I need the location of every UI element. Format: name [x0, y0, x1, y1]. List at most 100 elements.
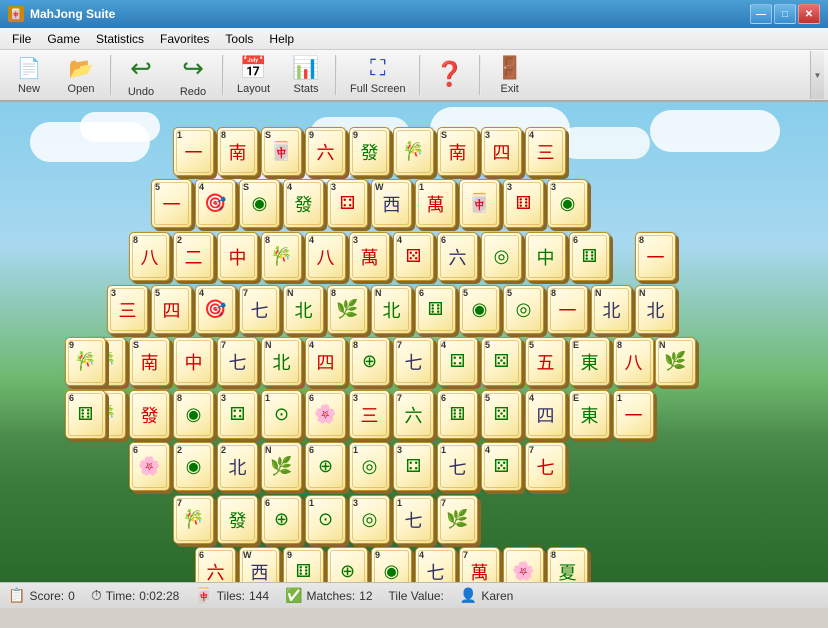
- tile[interactable]: 1七: [393, 495, 434, 544]
- tile[interactable]: N北: [371, 285, 412, 334]
- tile[interactable]: N北: [635, 285, 676, 334]
- tile[interactable]: N北: [283, 285, 324, 334]
- tile[interactable]: 4七: [415, 547, 456, 582]
- tile[interactable]: 5五: [525, 337, 566, 386]
- tile[interactable]: 6⊕: [261, 495, 302, 544]
- tile[interactable]: 8八: [129, 232, 170, 281]
- tile[interactable]: 5⚄: [481, 390, 522, 439]
- undo-button[interactable]: ↩ Undo: [116, 52, 166, 98]
- tile[interactable]: 3三: [107, 285, 148, 334]
- tile[interactable]: 4四: [525, 390, 566, 439]
- exit-button[interactable]: 🚪 Exit: [485, 52, 535, 98]
- tile[interactable]: 1⊙: [261, 390, 302, 439]
- tile[interactable]: 3萬: [349, 232, 390, 281]
- tile[interactable]: 4⚄: [481, 442, 522, 491]
- tile[interactable]: 5◎: [503, 285, 544, 334]
- tile[interactable]: E東: [569, 337, 610, 386]
- tile[interactable]: 中: [173, 337, 214, 386]
- menu-help[interactable]: Help: [261, 30, 302, 48]
- tile[interactable]: 1一: [613, 390, 654, 439]
- tile[interactable]: N🌿: [655, 337, 696, 386]
- open-button[interactable]: 📂 Open: [56, 52, 106, 98]
- tile[interactable]: 6⚅: [569, 232, 610, 281]
- tile[interactable]: 4⚄: [393, 232, 434, 281]
- fullscreen-button[interactable]: ⛶ Full Screen: [341, 52, 415, 98]
- tile[interactable]: 8一: [635, 232, 676, 281]
- redo-button[interactable]: ↪ Redo: [168, 52, 218, 98]
- tile[interactable]: 2◉: [173, 442, 214, 491]
- tile[interactable]: 3⚃: [393, 442, 434, 491]
- tile[interactable]: 中: [525, 232, 566, 281]
- tile[interactable]: 3◉: [547, 179, 588, 228]
- menu-favorites[interactable]: Favorites: [152, 30, 217, 48]
- tile[interactable]: 8🌿: [327, 285, 368, 334]
- tile[interactable]: 5◉: [459, 285, 500, 334]
- tile[interactable]: 8⊕: [349, 337, 390, 386]
- tile[interactable]: 3四: [481, 127, 522, 176]
- toolbar-overflow[interactable]: ▼: [810, 51, 824, 99]
- tile[interactable]: 4⚃: [437, 337, 478, 386]
- tile[interactable]: 發: [129, 390, 170, 439]
- tile[interactable]: 7七: [217, 337, 258, 386]
- tile[interactable]: 4三: [525, 127, 566, 176]
- tile[interactable]: ◎: [481, 232, 522, 281]
- menu-file[interactable]: File: [4, 30, 39, 48]
- tile[interactable]: 7萬: [459, 547, 500, 582]
- tile[interactable]: E東: [569, 390, 610, 439]
- tile[interactable]: 6六: [437, 232, 478, 281]
- layout-button[interactable]: 📅 Layout: [228, 52, 279, 98]
- tile[interactable]: 1◎: [349, 442, 390, 491]
- tile[interactable]: S南: [437, 127, 478, 176]
- tile[interactable]: 7🌿: [437, 495, 478, 544]
- help-button[interactable]: ❓: [425, 52, 475, 98]
- tile[interactable]: 🎋: [393, 127, 434, 176]
- tile[interactable]: 8一: [547, 285, 588, 334]
- tile[interactable]: 4八: [305, 232, 346, 281]
- tile[interactable]: 9六: [305, 127, 346, 176]
- tile[interactable]: 6⊕: [305, 442, 346, 491]
- tile[interactable]: 8◉: [173, 390, 214, 439]
- tile[interactable]: 4🎯: [195, 285, 236, 334]
- minimize-button[interactable]: —: [750, 4, 772, 24]
- menu-statistics[interactable]: Statistics: [88, 30, 152, 48]
- tile[interactable]: 4四: [305, 337, 346, 386]
- tile[interactable]: 3◎: [349, 495, 390, 544]
- tile[interactable]: 4🎯: [195, 179, 236, 228]
- tile[interactable]: 1一: [173, 127, 214, 176]
- tile[interactable]: 7七: [239, 285, 280, 334]
- tile[interactable]: 7七: [393, 337, 434, 386]
- tile[interactable]: 9◉: [371, 547, 412, 582]
- tile[interactable]: W西: [239, 547, 280, 582]
- tile[interactable]: ⊕: [327, 547, 368, 582]
- tile[interactable]: N北: [261, 337, 302, 386]
- tile[interactable]: 5四: [151, 285, 192, 334]
- tile[interactable]: 🌸: [503, 547, 544, 582]
- tile[interactable]: 7七: [525, 442, 566, 491]
- tile[interactable]: 3三: [349, 390, 390, 439]
- tile[interactable]: 9發: [349, 127, 390, 176]
- tile[interactable]: 6⚅: [437, 390, 478, 439]
- tile[interactable]: 3⚃: [327, 179, 368, 228]
- tile[interactable]: 6⚅: [65, 390, 106, 439]
- tile[interactable]: 8🎋: [261, 232, 302, 281]
- tile[interactable]: 🀄: [459, 179, 500, 228]
- tile[interactable]: 8八: [613, 337, 654, 386]
- tile[interactable]: 5⚄: [481, 337, 522, 386]
- tile[interactable]: 1七: [437, 442, 478, 491]
- tile[interactable]: 3⚃: [217, 390, 258, 439]
- menu-game[interactable]: Game: [39, 30, 88, 48]
- tile[interactable]: 7🎋: [173, 495, 214, 544]
- close-button[interactable]: ✕: [798, 4, 820, 24]
- menu-tools[interactable]: Tools: [217, 30, 261, 48]
- tile[interactable]: N北: [591, 285, 632, 334]
- tile[interactable]: 2北: [217, 442, 258, 491]
- tile[interactable]: 5一: [151, 179, 192, 228]
- tile[interactable]: S◉: [239, 179, 280, 228]
- tile[interactable]: 9🎋: [65, 337, 106, 386]
- tile[interactable]: S🀄: [261, 127, 302, 176]
- tile[interactable]: 發: [217, 495, 258, 544]
- tile[interactable]: S南: [129, 337, 170, 386]
- tile[interactable]: N🌿: [261, 442, 302, 491]
- tile[interactable]: 3⚅: [503, 179, 544, 228]
- stats-button[interactable]: 📊 Stats: [281, 52, 331, 98]
